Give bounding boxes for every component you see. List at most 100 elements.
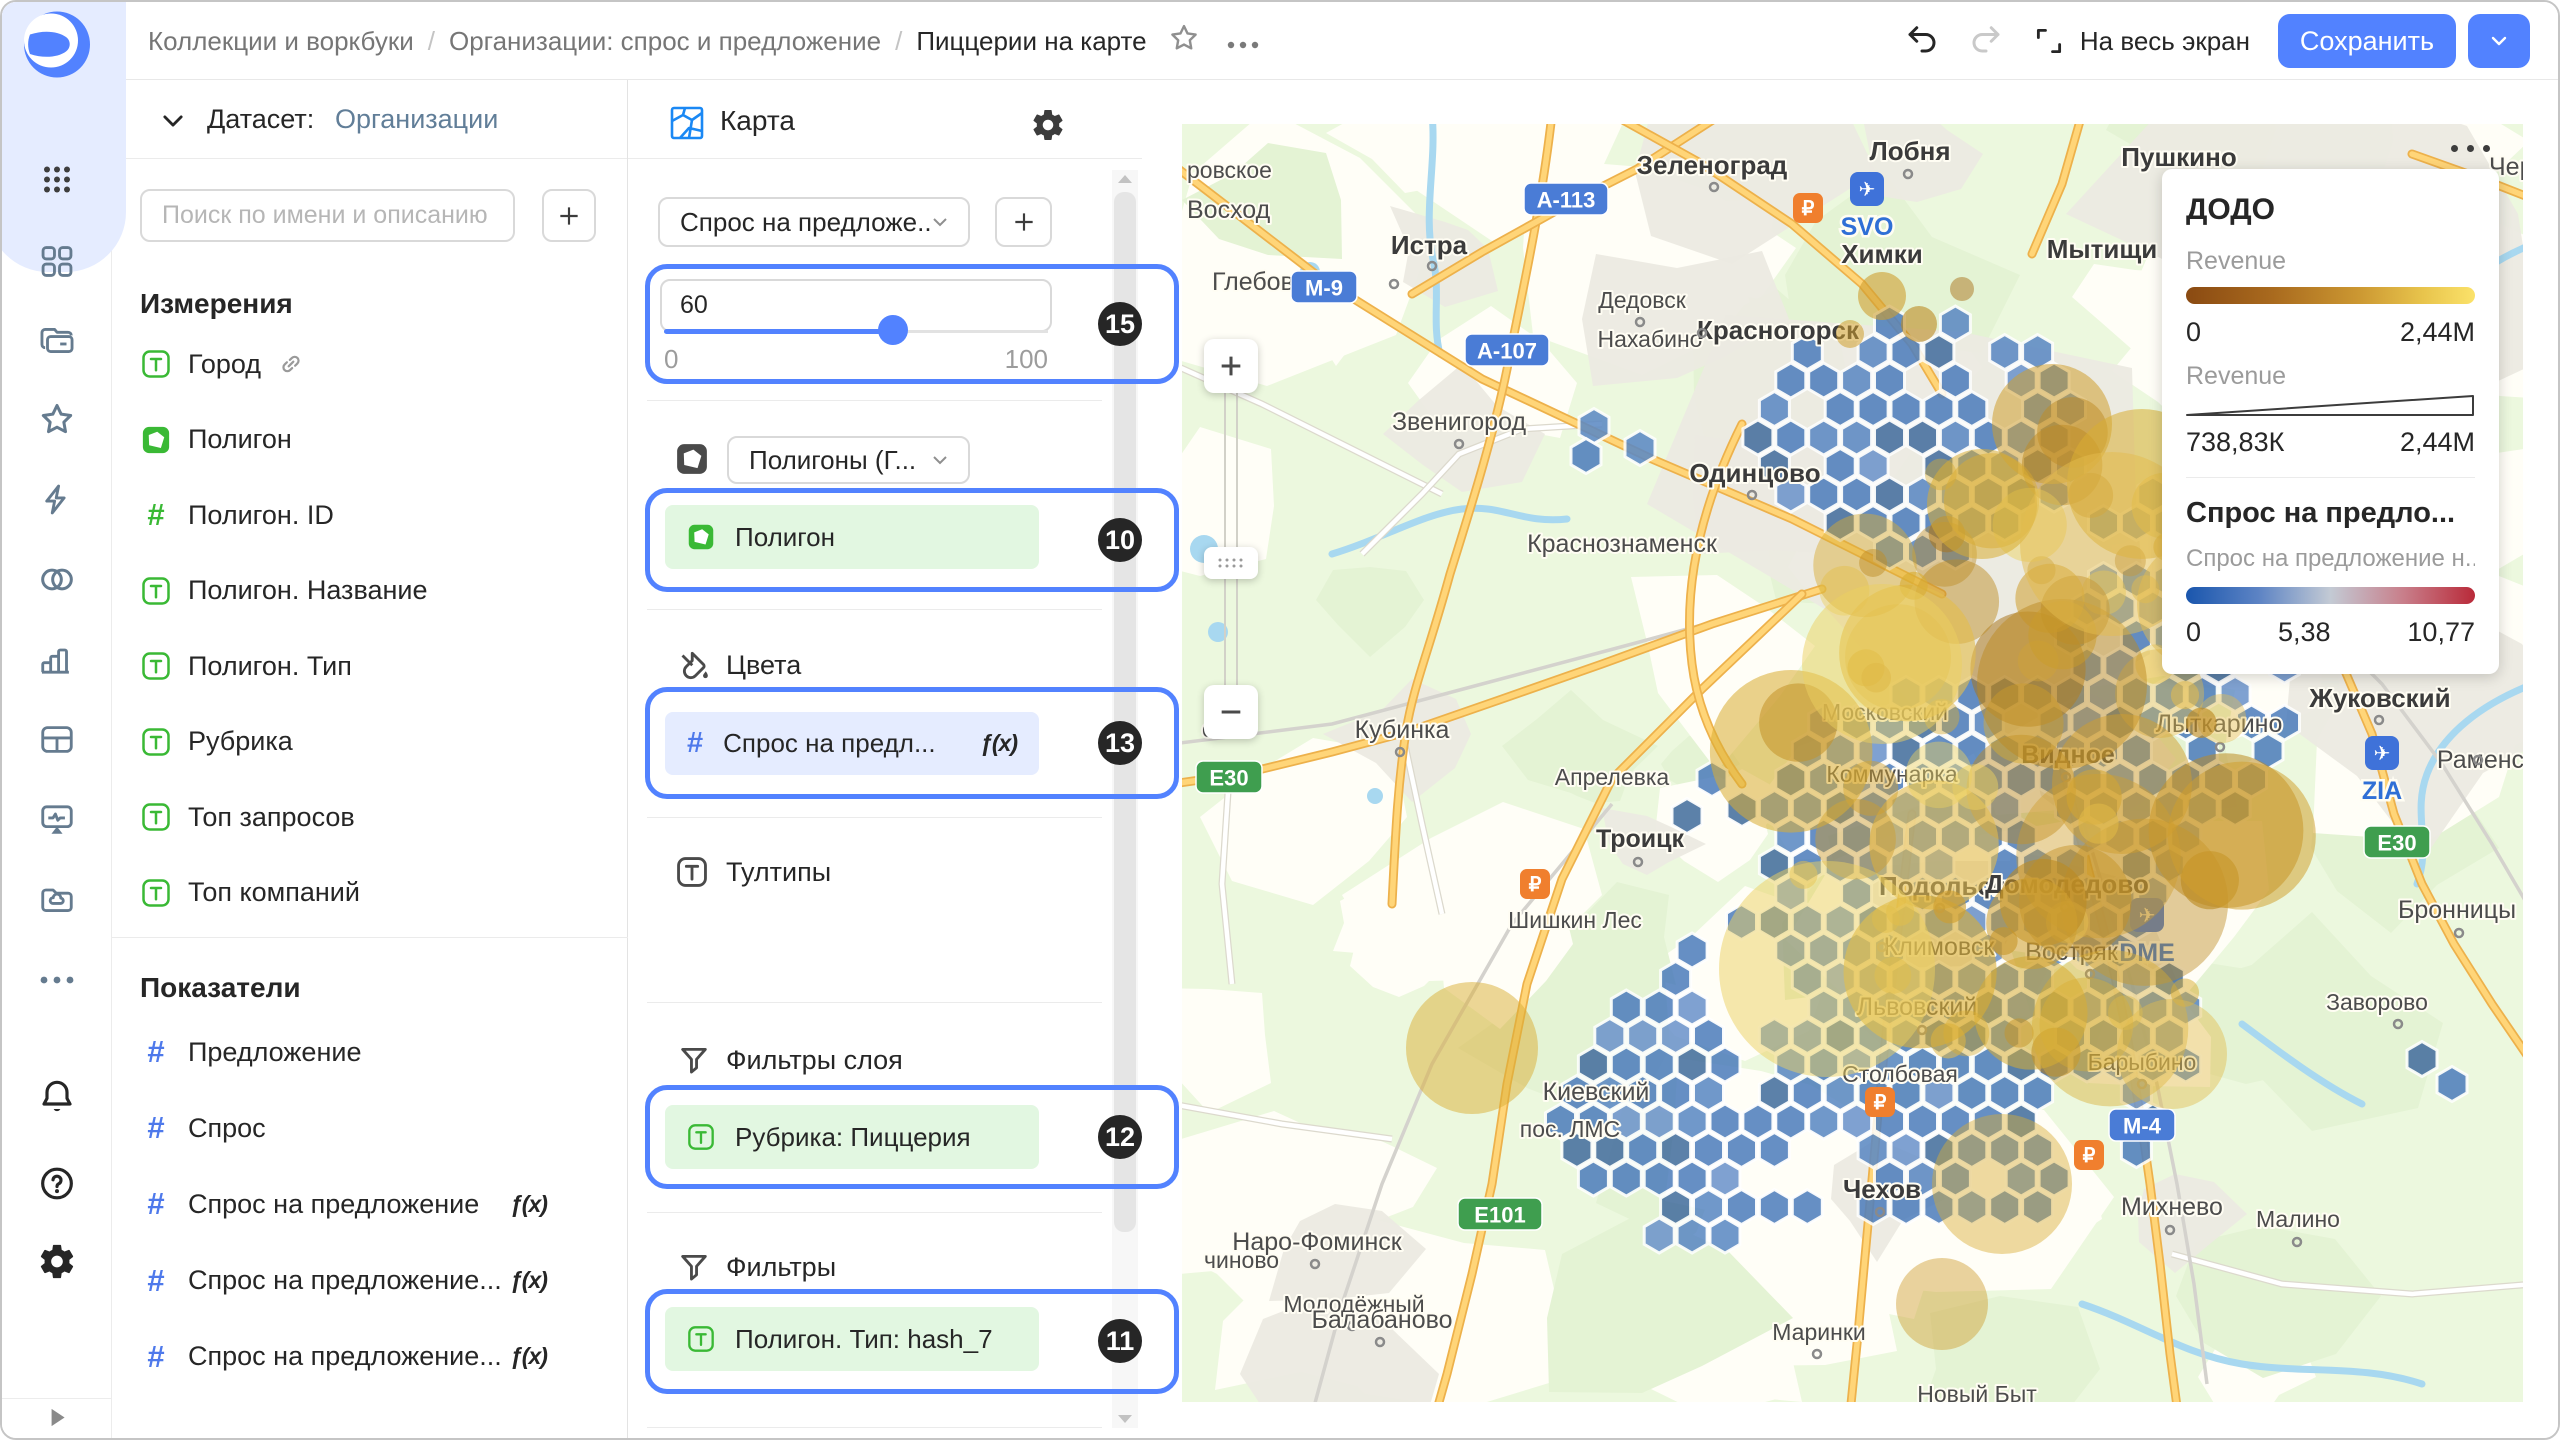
geopolygon-field-chip[interactable]: Полигон	[665, 505, 1039, 569]
opacity-min-label: 0	[664, 344, 678, 375]
svg-text:SVO: SVO	[1841, 213, 1894, 241]
favorite-star-icon[interactable]	[1167, 21, 1201, 62]
field-name: Полигон. ID	[188, 500, 334, 531]
dimension-row-5[interactable]: Рубрика	[140, 720, 293, 764]
opacity-slider-fill	[664, 329, 893, 334]
dimension-row-3[interactable]: Полигон. Название	[140, 569, 428, 613]
measure-row-3[interactable]: #Спрос на предложение...ƒ(x)	[140, 1259, 502, 1303]
string-field-icon	[141, 802, 171, 832]
layer-filters-icon	[677, 1043, 711, 1082]
field-name: Спрос на предложение	[188, 1189, 479, 1220]
svg-text:Истра: Истра	[1391, 230, 1468, 260]
undo-icon[interactable]	[1904, 21, 1940, 62]
apps-grid-icon[interactable]	[35, 158, 79, 207]
breadcrumb-collections[interactable]: Коллекции и воркбуки	[148, 26, 414, 57]
expand-rail-icon[interactable]	[44, 1405, 70, 1436]
dimension-row-0[interactable]: Город	[140, 342, 305, 386]
measure-row-1[interactable]: #Спрос	[140, 1106, 266, 1150]
charts-icon[interactable]	[38, 641, 76, 684]
dashboards-icon[interactable]	[38, 243, 76, 286]
dimension-row-7[interactable]: Топ компаний	[140, 871, 360, 915]
measures-title: Показатели	[140, 972, 301, 1004]
zoom-slider-track[interactable]	[1224, 393, 1238, 685]
measure-row-2[interactable]: #Спрос на предложениеƒ(x)	[140, 1182, 479, 1226]
breadcrumb-more-icon[interactable]	[1225, 26, 1261, 57]
field-name: Предложение	[188, 1037, 361, 1068]
tooltips-title: Тултипы	[726, 857, 831, 888]
svg-text:Е101: Е101	[1474, 1203, 1525, 1228]
svg-text:ZIA: ZIA	[2362, 777, 2402, 805]
relations-icon[interactable]	[37, 560, 77, 605]
svg-text:₽: ₽	[1874, 1092, 1887, 1114]
dataset-collapse-icon[interactable]	[159, 107, 187, 140]
layer-filter-chip[interactable]: Рубрика: Пиццерия	[665, 1105, 1039, 1169]
zoom-in-button[interactable]	[1204, 339, 1258, 393]
add-field-button[interactable]	[542, 189, 596, 242]
svg-text:пос. ЛМС: пос. ЛМС	[1520, 1116, 1620, 1142]
storage-icon[interactable]	[38, 881, 76, 924]
dimension-row-1[interactable]: Полигон	[140, 418, 292, 462]
save-button[interactable]: Сохранить	[2278, 14, 2456, 68]
opacity-input[interactable]	[660, 279, 1052, 332]
opacity-slider-handle[interactable]	[878, 315, 908, 345]
measure-row-0[interactable]: #Предложение	[140, 1030, 361, 1074]
svg-text:Пушкино: Пушкино	[2121, 142, 2236, 172]
map-options-icon[interactable]	[2446, 134, 2494, 162]
svg-text:ровское: ровское	[1187, 157, 1272, 183]
legend-size-ramp	[2186, 392, 2475, 418]
datalens-logo[interactable]	[21, 9, 93, 86]
notifications-icon[interactable]	[37, 1077, 77, 1122]
scrollbar-thumb[interactable]	[1114, 192, 1136, 1232]
dataset-header[interactable]: Датасет: Организации	[112, 80, 627, 159]
help-icon[interactable]	[37, 1164, 77, 1209]
map-chart-icon	[670, 106, 704, 145]
chevron-down-icon	[932, 217, 948, 227]
dimension-row-4[interactable]: Полигон. Тип	[140, 644, 352, 688]
more-icon[interactable]	[37, 973, 77, 991]
link-icon	[277, 350, 305, 378]
string-field-icon	[141, 651, 171, 681]
save-dropdown-button[interactable]	[2468, 14, 2530, 68]
field-name: Полигон	[188, 424, 292, 455]
panel-scrollbar[interactable]	[1112, 170, 1138, 1428]
field-name: Топ компаний	[188, 877, 360, 908]
dimension-row-6[interactable]: Топ запросов	[140, 795, 355, 839]
colors-field-chip[interactable]: # Спрос на предл... ƒ(x)	[665, 712, 1039, 775]
monitoring-icon[interactable]	[38, 801, 76, 844]
geolayer-select[interactable]: Полигоны (Г...	[727, 436, 970, 484]
zoom-slider-handle[interactable]	[1204, 547, 1258, 579]
svg-text:Киевский: Киевский	[1543, 1078, 1650, 1106]
layer-select-value: Спрос на предложе...	[680, 207, 932, 238]
redo-icon[interactable]	[1968, 21, 2004, 62]
layer-select[interactable]: Спрос на предложе...	[658, 197, 970, 247]
fullscreen-control[interactable]: На весь экран	[2032, 24, 2250, 58]
collections-icon[interactable]	[38, 322, 76, 365]
favorites-icon[interactable]	[37, 400, 77, 445]
number-field-icon: #	[147, 1110, 164, 1146]
number-field-icon: #	[147, 1339, 164, 1375]
dataset-name-link[interactable]: Организации	[335, 104, 498, 135]
measure-row-4[interactable]: #Спрос на предложение...ƒ(x)	[140, 1335, 502, 1379]
layer-filter-chip-label: Рубрика: Пиццерия	[735, 1122, 971, 1153]
annotation-badge-15: 15	[1098, 302, 1142, 346]
colors-chip-label: Спрос на предл...	[723, 728, 935, 759]
tables-icon[interactable]	[38, 721, 76, 764]
field-name: Полигон. Название	[188, 575, 428, 606]
breadcrumb-workbook[interactable]: Организации: спрос и предложение	[449, 26, 881, 57]
string-field-icon	[141, 576, 171, 606]
legend-colors-mid: 5,38	[2278, 617, 2331, 648]
settings-icon[interactable]	[37, 1242, 77, 1287]
svg-text:Е30: Е30	[2377, 831, 2416, 856]
formula-icon: ƒ(x)	[510, 1267, 547, 1294]
chart-settings-gear-icon[interactable]	[1030, 107, 1066, 148]
field-name: Рубрика	[188, 726, 293, 757]
legend-colors-max: 10,77	[2407, 617, 2475, 648]
operations-icon[interactable]	[38, 481, 76, 524]
field-search-input[interactable]	[140, 189, 515, 242]
filters-title: Фильтры	[726, 1252, 836, 1283]
field-name: Спрос на предложение...	[188, 1265, 502, 1296]
dimension-row-2[interactable]: #Полигон. ID	[140, 493, 334, 537]
add-layer-button[interactable]	[995, 197, 1052, 247]
filter-chip[interactable]: Полигон. Тип: hash_7	[665, 1307, 1039, 1371]
zoom-out-button[interactable]	[1204, 685, 1258, 739]
